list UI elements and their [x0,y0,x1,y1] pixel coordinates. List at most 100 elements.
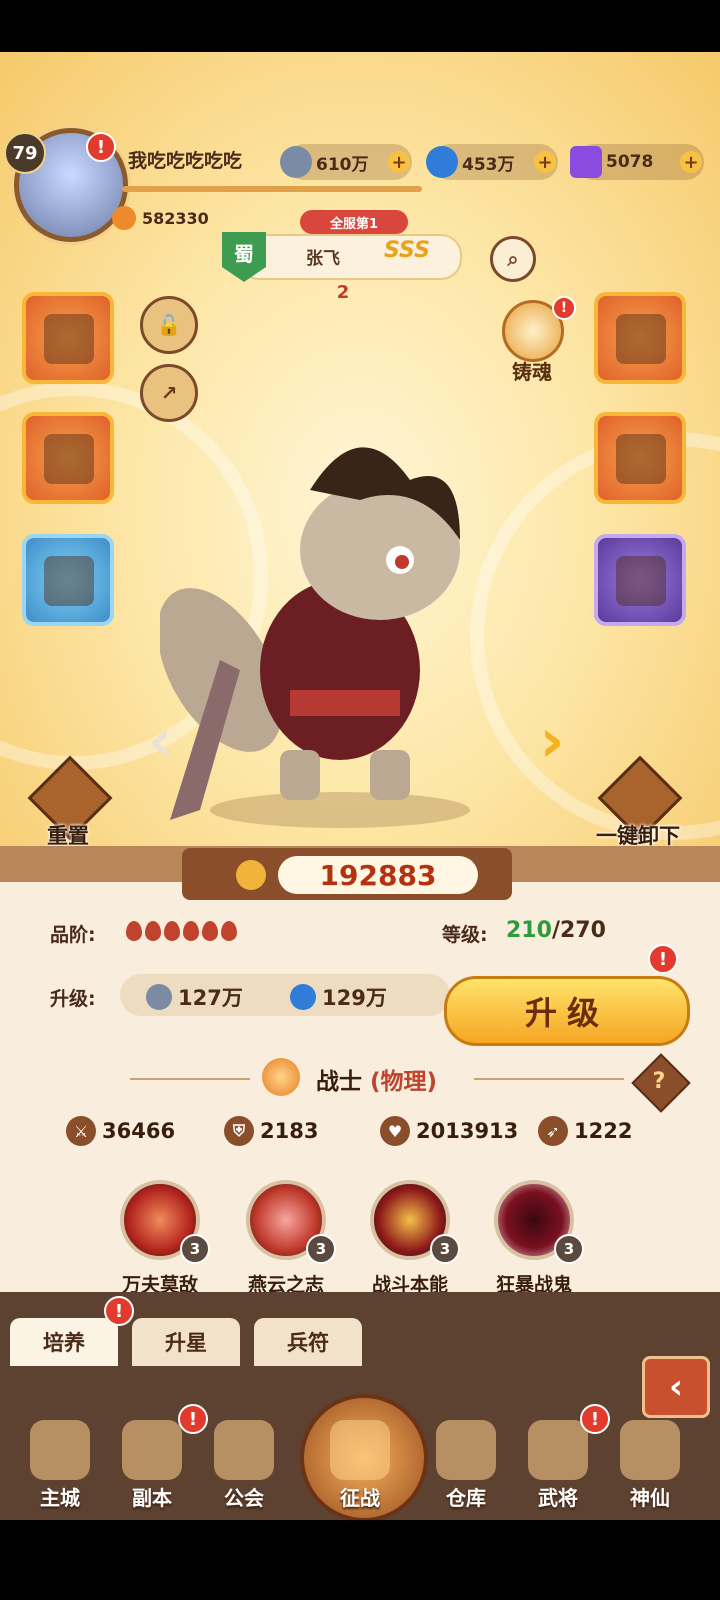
player-level-badge: 79 [4,132,46,174]
class-label: 战士 (物理) [316,1062,437,1096]
armor-icon [616,314,666,364]
cat-general-icon [528,1420,588,1480]
bag-icon [436,1420,496,1480]
exp-bar [122,186,422,192]
player-power: 582330 [112,204,232,232]
level-value: 210/270 [506,918,606,943]
server-rank-tag: 全服第1 [300,210,408,234]
speed-value: 1222 [574,1119,633,1143]
level-label: 等级: [442,924,488,946]
combat-power-value: 192883 [278,856,478,894]
heart-icon: ♥ [380,1116,410,1146]
upgrade-button[interactable]: 升级 [444,976,690,1046]
equip-slot-boots[interactable] [594,412,686,504]
coin-icon [280,146,312,178]
coin-value: 610万 [316,154,369,175]
cost-orb-value: 129万 [322,986,387,1010]
quality-pip-icon [145,921,161,941]
soul-alert-badge: ! [552,296,576,320]
share-icon[interactable]: ↗ [140,364,198,422]
equip-slot-helmet[interactable] [22,412,114,504]
nav-label: 征战 [340,1486,380,1510]
hp-value: 2013913 [416,1119,519,1143]
coin-plus-icon[interactable]: + [388,151,410,173]
cost-orb: 129万 [290,982,387,1012]
city-icon [30,1420,90,1480]
coin-icon [146,984,172,1010]
quality-pip-icon [183,921,199,941]
equip-slot-accessory[interactable] [594,534,686,626]
skill-level-3: 3 [430,1234,460,1264]
player-name: 我吃吃吃吃吃 [128,150,243,172]
equip-slot-weapon[interactable] [22,292,114,384]
back-arrow-icon[interactable]: ‹ [642,1356,710,1418]
speed-stat: ➶ 1222 [538,1116,632,1146]
quality-pips [126,921,240,945]
skill-level-2: 3 [306,1234,336,1264]
system-nav-bar [0,1520,720,1600]
tab-star-up[interactable]: 升星 [132,1318,240,1366]
attack-stat: ⚔ 36466 [66,1116,175,1146]
next-hero-arrow-icon[interactable]: › [522,706,582,776]
accessory-icon [616,556,666,606]
boot-icon: ➶ [538,1116,568,1146]
class-name: 战士 [316,1069,362,1095]
shield-icon: ⛨ [224,1116,254,1146]
prev-hero-arrow-icon[interactable]: ‹ [130,706,190,776]
lock-icon[interactable]: 🔓 [140,296,198,354]
paw-icon [236,860,266,890]
tab-alert-badge: ! [104,1296,134,1326]
cost-coin: 127万 [146,982,243,1012]
treasure-icon [44,556,94,606]
defense-value: 2183 [260,1119,319,1143]
level-current: 210 [506,918,552,943]
equip-slot-treasure[interactable] [22,534,114,626]
class-type: (物理) [370,1069,438,1095]
purple-gem-icon [570,146,602,178]
help-icon[interactable]: ? [640,1062,678,1100]
blue-orb-icon [290,984,316,1010]
orb-resource[interactable]: 453万 + [426,144,558,180]
tab-tally[interactable]: 兵符 [254,1318,362,1366]
hero-name: 张飞 [306,249,340,269]
divider [474,1078,624,1080]
soul-forge-label[interactable]: 铸魂 [500,356,564,385]
status-bar [0,0,720,52]
nav-label: 神仙 [630,1486,670,1510]
battle-icon [330,1420,390,1480]
gem-resource[interactable]: 5078 + [570,144,704,180]
avatar-alert-badge: ! [86,132,116,162]
nav-warehouse[interactable]: 仓库 [426,1410,506,1510]
cat-immortal-icon [620,1420,680,1480]
quality-pip-icon [164,921,180,941]
gem-plus-icon[interactable]: + [680,151,702,173]
nav-guild[interactable]: 公会 [204,1410,284,1510]
coin-resource[interactable]: 610万 + [280,144,412,180]
nav-immortals[interactable]: 神仙 [610,1410,690,1510]
quality-pip-icon [202,921,218,941]
equip-slot-armor[interactable] [594,292,686,384]
hero-character [160,447,470,828]
paw-icon [112,206,136,230]
flag-icon [214,1420,274,1480]
nav-label: 武将 [538,1486,578,1510]
nav-battle[interactable]: 征战 [320,1410,400,1510]
nav-alert-badge: ! [580,1404,610,1434]
tab-cultivate[interactable]: 培养 [10,1318,118,1366]
quality-pip-icon [221,921,237,941]
weapon-icon [44,314,94,364]
upgrade-alert-badge: ! [648,944,678,974]
unequip-all-button[interactable]: 一键卸下 [596,755,683,848]
sword-icon: ⚔ [66,1116,96,1146]
level-max: /270 [551,918,606,943]
nav-label: 仓库 [446,1486,486,1510]
reset-button[interactable]: 重置 [27,755,113,848]
nav-main-city[interactable]: 主城 [20,1410,100,1510]
nav-label: 副本 [132,1486,172,1510]
hero-grade: SSS [384,238,430,263]
cost-coin-value: 127万 [178,986,243,1010]
magnify-icon[interactable]: ⌕ [490,236,536,282]
orb-plus-icon[interactable]: + [534,151,556,173]
orb-value: 453万 [462,154,515,175]
divider [130,1078,250,1080]
